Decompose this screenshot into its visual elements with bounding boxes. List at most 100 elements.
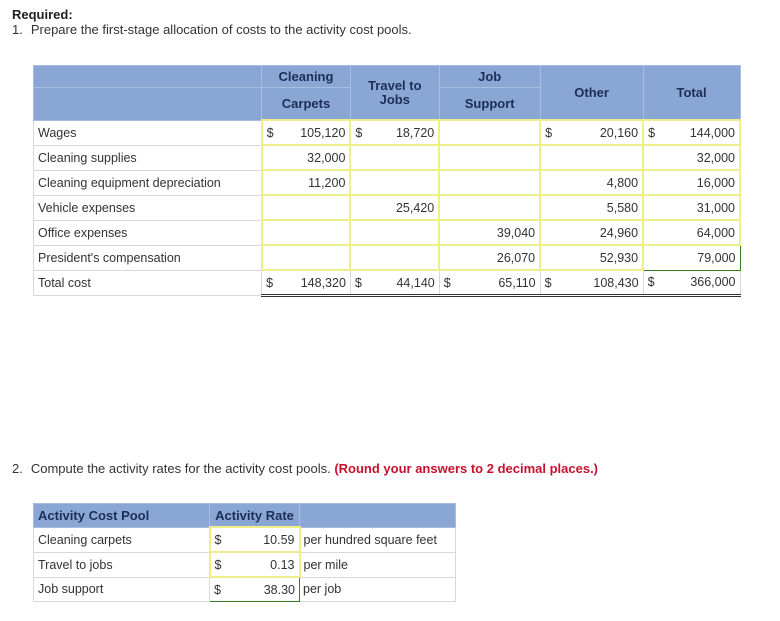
wages-cleaning-carpets-input[interactable]: $105,120	[260, 119, 352, 146]
cell-value: 108,430	[593, 275, 639, 290]
cell-value: 20,160	[599, 125, 639, 140]
header-cleaning-carpets-line1: Cleaning	[261, 65, 351, 88]
depreciation-total-input[interactable]: 16,000	[642, 169, 741, 196]
row-label: President's compensation	[32, 244, 263, 271]
office-total-input[interactable]: 64,000	[642, 219, 741, 246]
header-activity-cost-pool: Activity Cost Pool	[33, 503, 210, 528]
rate-value: 10.59	[263, 532, 295, 547]
office-travel-to-jobs-input[interactable]	[349, 219, 441, 246]
required-heading: Required:	[12, 7, 73, 22]
total-total-value: $366,000	[642, 269, 741, 297]
vehicle-total-input[interactable]: 31,000	[642, 194, 741, 221]
activity-rates-table: Activity Cost Pool Activity Rate Cleanin…	[33, 503, 456, 602]
row-label: Cleaning equipment depreciation	[32, 169, 263, 196]
currency-sign: $	[544, 275, 552, 290]
table-row-cleaning-supplies: Cleaning supplies 32,000 32,000	[32, 144, 741, 171]
wages-other-input[interactable]: $20,160	[539, 119, 645, 146]
cell-value: 65,110	[498, 275, 536, 290]
vehicle-job-support-input[interactable]	[438, 194, 542, 221]
cell-value: 105,120	[300, 125, 346, 140]
cell-value: 148,320	[300, 275, 346, 290]
office-cleaning-carpets-input[interactable]	[260, 219, 352, 246]
rate-value: 38.30	[263, 582, 295, 597]
president-cleaning-carpets-input[interactable]	[260, 244, 352, 271]
row-label: Cleaning supplies	[32, 144, 263, 171]
currency-sign: $	[355, 125, 363, 140]
currency-sign: $	[214, 557, 222, 572]
table-row-vehicle-expenses: Vehicle expenses 25,420 5,580 31,000	[32, 194, 741, 221]
unit-label: per job	[299, 576, 456, 602]
currency-sign: $	[214, 532, 222, 547]
total-cleaning-carpets-value: $148,320	[261, 269, 351, 297]
vehicle-cleaning-carpets-input[interactable]	[260, 194, 352, 221]
depreciation-cleaning-carpets-input[interactable]: 11,200	[260, 169, 352, 196]
travel-to-jobs-rate-input[interactable]: $0.13	[208, 551, 301, 578]
currency-sign: $	[545, 125, 553, 140]
vehicle-other-input[interactable]: 5,580	[539, 194, 645, 221]
rounding-note: (Round your answers to 2 decimal places.…	[334, 461, 599, 476]
president-total-input[interactable]: 79,000	[642, 244, 741, 271]
president-other-input[interactable]: 52,930	[539, 244, 645, 271]
pool-label: Cleaning carpets	[33, 526, 210, 553]
cleaning-supplies-cleaning-carpets-input[interactable]: 32,000	[260, 144, 352, 171]
total-other-value: $108,430	[539, 269, 644, 297]
table-row-office-expenses: Office expenses 39,040 24,960 64,000	[32, 219, 741, 246]
table-row-total-cost: Total cost $148,320 $44,140 $65,110 $108…	[32, 269, 741, 297]
allocation-table: Cleaning Travel to Jobs Job Other Total C…	[32, 65, 741, 297]
header-blank-2	[32, 87, 263, 121]
currency-sign: $	[354, 275, 362, 290]
header-job-support-line1: Job	[438, 65, 541, 88]
cleaning-supplies-total-input[interactable]: 32,000	[642, 144, 741, 171]
vehicle-travel-to-jobs-input[interactable]: 25,420	[349, 194, 441, 221]
cell-value: 144,000	[689, 125, 735, 140]
president-job-support-input[interactable]: 26,070	[438, 244, 542, 271]
total-job-support-value: $65,110	[438, 269, 541, 297]
table-row-wages: Wages $105,120 $18,720 $20,160 $144,000	[32, 119, 741, 146]
president-travel-to-jobs-input[interactable]	[349, 244, 441, 271]
rate-value: 0.13	[270, 557, 295, 572]
table-row-presidents-compensation: President's compensation 26,070 52,930 7…	[32, 244, 741, 271]
total-travel-to-jobs-value: $44,140	[349, 269, 440, 297]
cell-value: 366,000	[690, 275, 736, 290]
header-travel-line2: Jobs	[379, 91, 410, 107]
currency-sign: $	[443, 275, 451, 290]
cleaning-carpets-rate-input[interactable]: $10.59	[208, 526, 301, 553]
rate-row-job-support: Job support $38.30 per job	[33, 576, 456, 602]
unit-label: per mile	[299, 551, 456, 578]
job-support-rate-input[interactable]: $38.30	[209, 576, 300, 602]
question-2-number: 2.	[12, 461, 23, 476]
row-label: Vehicle expenses	[32, 194, 263, 221]
unit-label: per hundred square feet	[299, 526, 456, 553]
table-row-cleaning-equipment-depreciation: Cleaning equipment depreciation 11,200 4…	[32, 169, 741, 196]
office-job-support-input[interactable]: 39,040	[438, 219, 542, 246]
wages-travel-to-jobs-input[interactable]: $18,720	[349, 119, 441, 146]
currency-sign: $	[648, 125, 656, 140]
wages-total-input[interactable]: $144,000	[642, 119, 741, 146]
header-travel-line1: Travel to	[368, 77, 422, 93]
rate-row-cleaning-carpets: Cleaning carpets $10.59 per hundred squa…	[33, 526, 456, 553]
pool-label: Travel to jobs	[33, 551, 210, 578]
question-2: 2. Compute the activity rates for the act…	[12, 461, 598, 476]
depreciation-travel-to-jobs-input[interactable]	[349, 169, 441, 196]
cell-value: 18,720	[395, 125, 435, 140]
office-other-input[interactable]: 24,960	[539, 219, 645, 246]
depreciation-job-support-input[interactable]	[438, 169, 542, 196]
cleaning-supplies-job-support-input[interactable]	[438, 144, 542, 171]
currency-sign: $	[266, 125, 274, 140]
header-other: Other	[539, 65, 644, 121]
header-unit	[299, 503, 456, 528]
currency-sign: $	[214, 582, 221, 597]
currency-sign: $	[647, 275, 655, 290]
cleaning-supplies-travel-to-jobs-input[interactable]	[349, 144, 441, 171]
cleaning-supplies-other-input[interactable]	[539, 144, 645, 171]
rate-row-travel-to-jobs: Travel to jobs $0.13 per mile	[33, 551, 456, 578]
depreciation-other-input[interactable]: 4,800	[539, 169, 645, 196]
question-1-text: Prepare the first-stage allocation of co…	[30, 22, 412, 37]
header-travel-to-jobs: Travel to Jobs	[349, 65, 440, 121]
cell-value: 44,140	[396, 275, 435, 290]
wages-job-support-input[interactable]	[438, 119, 542, 146]
question-1: 1. Prepare the first-stage allocation of …	[12, 22, 412, 37]
header-job-support-line2: Support	[438, 87, 541, 121]
header-cleaning-carpets-line2: Carpets	[261, 87, 351, 121]
header-activity-rate: Activity Rate	[209, 503, 300, 528]
